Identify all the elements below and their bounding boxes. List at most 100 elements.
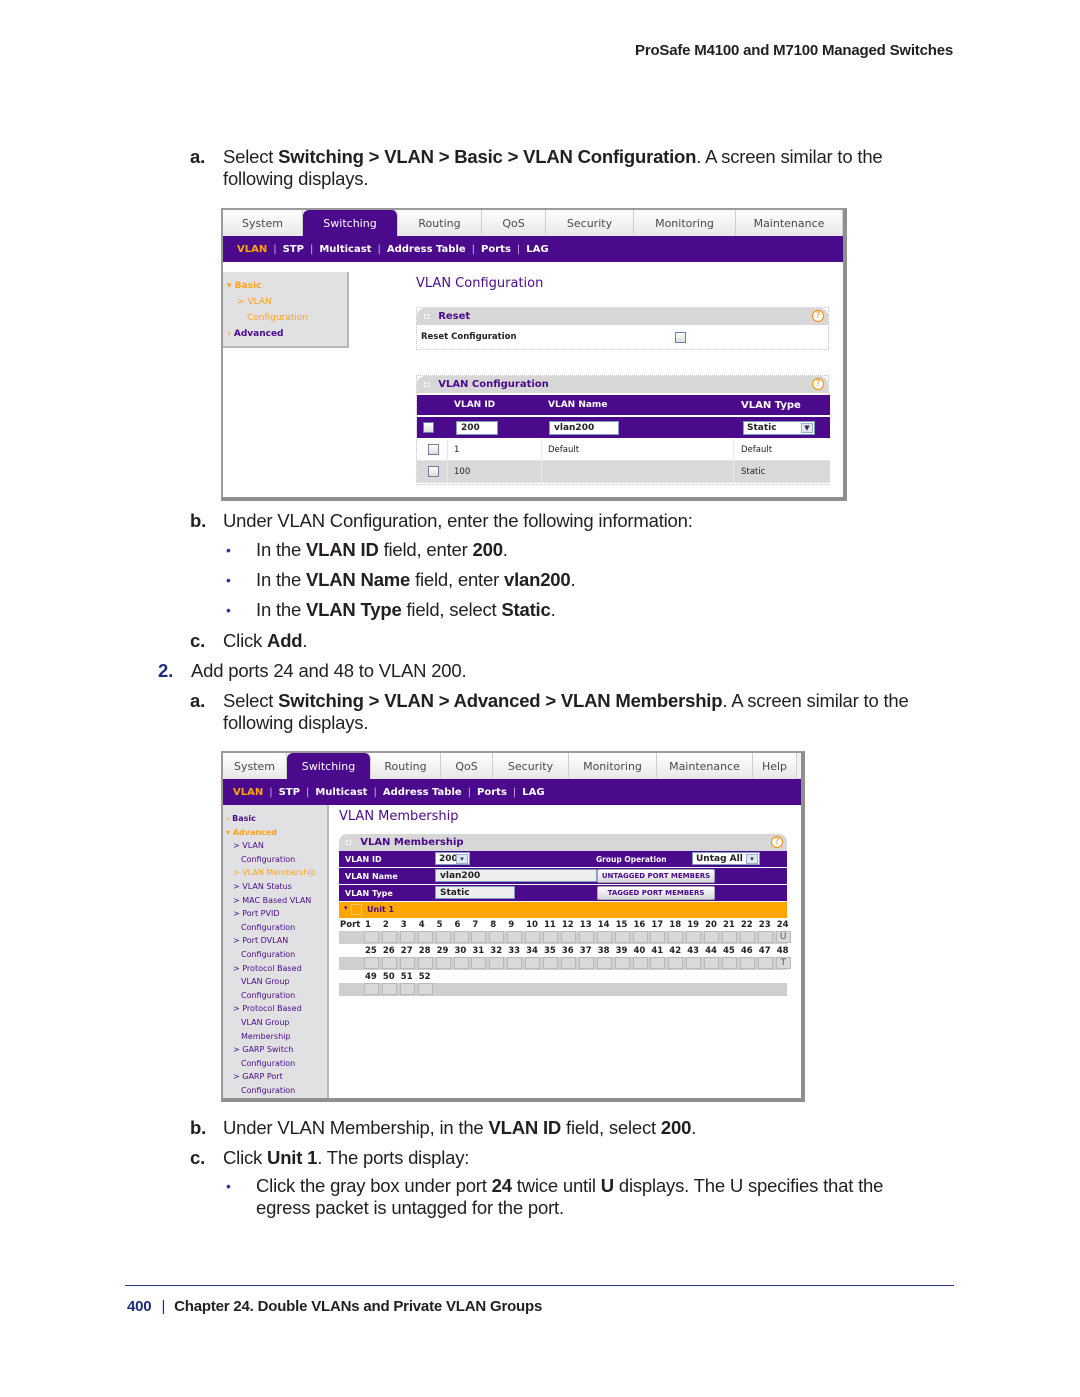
nav-item[interactable]: > VLAN — [233, 841, 264, 850]
subnav-multicast[interactable]: Multicast — [315, 787, 367, 798]
vlan-type-select[interactable]: Static ▼ — [743, 421, 815, 435]
port-27-toggle[interactable] — [399, 957, 415, 969]
port-39-toggle[interactable] — [614, 957, 630, 969]
port-6-toggle[interactable] — [453, 931, 469, 943]
port-19-toggle[interactable] — [686, 931, 702, 943]
subnav-address-table[interactable]: Address Table — [383, 787, 462, 798]
tab-routing[interactable]: Routing — [398, 210, 482, 236]
help-icon[interactable]: ? — [771, 836, 783, 848]
port-46-toggle[interactable] — [739, 957, 755, 969]
port-21-toggle[interactable] — [722, 931, 737, 943]
nav-item[interactable]: ▾ Advanced — [226, 828, 277, 837]
port-2-toggle[interactable] — [381, 931, 397, 943]
reset-configuration-checkbox[interactable] — [675, 332, 686, 343]
port-4-toggle[interactable] — [417, 931, 433, 943]
subnav-stp[interactable]: STP — [283, 244, 304, 255]
subnav-stp[interactable]: STP — [279, 787, 300, 798]
nav-item[interactable]: › Basic — [226, 814, 256, 823]
tab-system[interactable]: System — [223, 753, 287, 779]
port-16-toggle[interactable] — [632, 931, 648, 943]
nav-item[interactable]: > Protocol Based — [233, 964, 302, 973]
port-33-toggle[interactable] — [507, 957, 523, 969]
subnav-address-table[interactable]: Address Table — [387, 244, 466, 255]
tagged-port-members-button[interactable]: TAGGED PORT MEMBERS — [597, 886, 715, 900]
unit-header[interactable]: ▾ Unit 1 — [339, 902, 787, 918]
tab-monitoring[interactable]: Monitoring — [569, 753, 657, 779]
port-1-toggle[interactable] — [364, 931, 379, 943]
port-34-toggle[interactable] — [525, 957, 541, 969]
nav-vlan[interactable]: > VLAN — [237, 297, 272, 307]
vlan-id-input[interactable]: 200 — [456, 421, 498, 435]
help-icon[interactable]: ? — [812, 378, 824, 390]
port-41-toggle[interactable] — [650, 957, 666, 969]
tab-help[interactable]: Help — [753, 753, 797, 779]
port-24-toggle[interactable]: U — [775, 931, 791, 943]
tab-maintenance[interactable]: Maintenance — [657, 753, 753, 779]
port-20-toggle[interactable] — [704, 931, 720, 943]
tab-routing[interactable]: Routing — [371, 753, 441, 779]
port-28-toggle[interactable] — [417, 957, 433, 969]
port-11-toggle[interactable] — [543, 931, 558, 943]
nav-item[interactable]: > Port PVID — [233, 909, 279, 918]
port-49-toggle[interactable] — [364, 983, 379, 995]
port-15-toggle[interactable] — [614, 931, 630, 943]
tab-maintenance[interactable]: Maintenance — [736, 210, 843, 236]
tab-switching[interactable]: Switching — [303, 210, 398, 236]
port-7-toggle[interactable] — [471, 931, 487, 943]
port-23-toggle[interactable] — [757, 931, 773, 943]
port-37-toggle[interactable] — [578, 957, 594, 969]
subnav-vlan[interactable]: VLAN — [233, 787, 263, 798]
row-checkbox[interactable] — [428, 466, 439, 477]
port-52-toggle[interactable] — [417, 983, 433, 995]
unit-checkbox[interactable] — [351, 904, 362, 915]
tab-security[interactable]: Security — [546, 210, 634, 236]
port-35-toggle[interactable] — [543, 957, 558, 969]
port-43-toggle[interactable] — [686, 957, 702, 969]
port-42-toggle[interactable] — [668, 957, 684, 969]
port-14-toggle[interactable] — [596, 931, 612, 943]
port-30-toggle[interactable] — [453, 957, 469, 969]
port-36-toggle[interactable] — [560, 957, 576, 969]
port-45-toggle[interactable] — [722, 957, 737, 969]
port-22-toggle[interactable] — [739, 931, 755, 943]
port-5-toggle[interactable] — [435, 931, 451, 943]
tab-switching[interactable]: Switching — [287, 753, 371, 779]
nav-item[interactable]: > VLAN Status — [233, 882, 292, 891]
subnav-lag[interactable]: LAG — [522, 787, 544, 798]
nav-item[interactable]: > Protocol Based — [233, 1004, 302, 1013]
port-38-toggle[interactable] — [596, 957, 612, 969]
port-32-toggle[interactable] — [489, 957, 505, 969]
row-checkbox[interactable] — [428, 444, 439, 455]
tab-system[interactable]: System — [223, 210, 303, 236]
help-icon[interactable]: ? — [812, 310, 824, 322]
port-25-toggle[interactable] — [364, 957, 379, 969]
port-3-toggle[interactable] — [399, 931, 415, 943]
port-29-toggle[interactable] — [435, 957, 451, 969]
nav-item[interactable]: > Port DVLAN — [233, 936, 288, 945]
port-51-toggle[interactable] — [399, 983, 415, 995]
group-operation-select[interactable]: Untag All ▾ — [692, 852, 760, 865]
port-40-toggle[interactable] — [632, 957, 648, 969]
subnav-ports[interactable]: Ports — [481, 244, 511, 255]
port-13-toggle[interactable] — [578, 931, 594, 943]
tab-qos[interactable]: QoS — [482, 210, 546, 236]
tab-qos[interactable]: QoS — [441, 753, 493, 779]
port-47-toggle[interactable] — [757, 957, 773, 969]
port-31-toggle[interactable] — [471, 957, 487, 969]
nav-item[interactable]: > VLAN Membership — [233, 868, 316, 877]
port-44-toggle[interactable] — [704, 957, 720, 969]
tab-monitoring[interactable]: Monitoring — [634, 210, 736, 236]
port-18-toggle[interactable] — [668, 931, 684, 943]
vlan-id-select[interactable]: 200 ▾ — [435, 852, 470, 865]
port-48-toggle[interactable]: T — [775, 957, 791, 969]
subnav-lag[interactable]: LAG — [526, 244, 548, 255]
nav-advanced[interactable]: › Advanced — [227, 329, 284, 339]
subnav-multicast[interactable]: Multicast — [319, 244, 371, 255]
subnav-ports[interactable]: Ports — [477, 787, 507, 798]
port-26-toggle[interactable] — [381, 957, 397, 969]
port-9-toggle[interactable] — [507, 931, 523, 943]
nav-item[interactable]: > GARP Port — [233, 1072, 283, 1081]
nav-item[interactable]: > GARP Switch — [233, 1045, 293, 1054]
vlan-name-input[interactable]: vlan200 — [549, 421, 619, 435]
nav-vlan-configuration[interactable]: Configuration — [247, 313, 308, 323]
